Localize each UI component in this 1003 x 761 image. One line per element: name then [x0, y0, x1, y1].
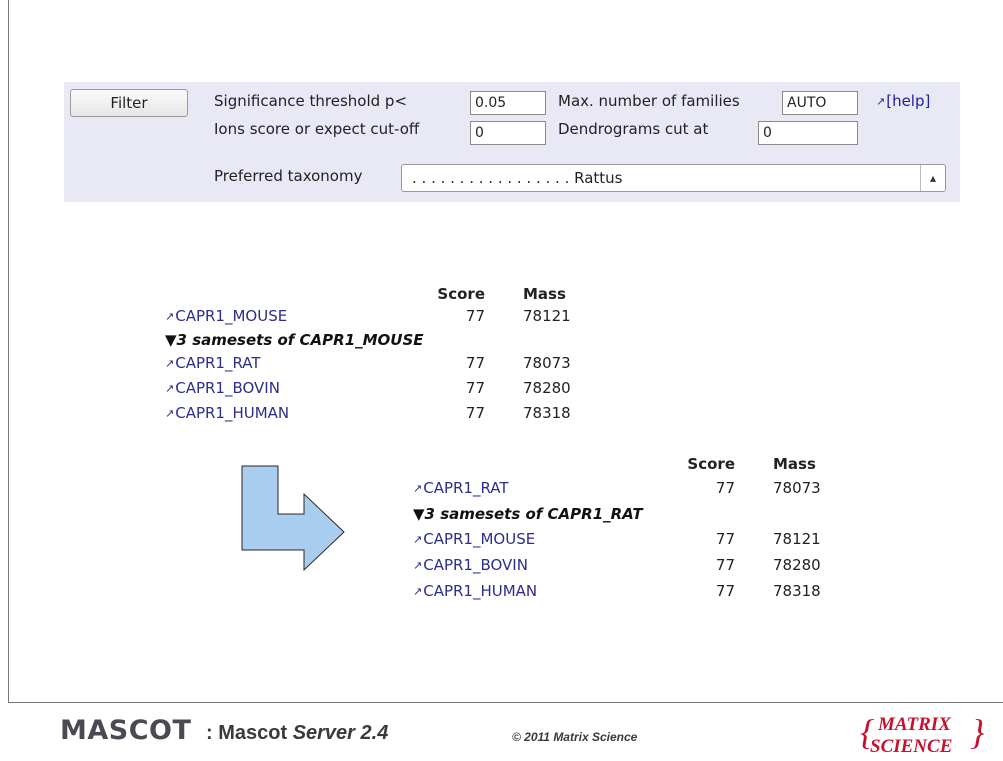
updown-chevron-icon: ▴ [920, 165, 945, 191]
matrix-science-logo: MATRIX SCIENCE { } [860, 712, 985, 757]
mass-header: Mass [773, 455, 816, 473]
accession-label: CAPR1_HUMAN [175, 404, 290, 422]
mass-value: 78073 [773, 479, 821, 497]
mass-value: 78121 [773, 530, 821, 548]
svg-text:MATRIX: MATRIX [877, 714, 952, 735]
accession-label: CAPR1_HUMAN [423, 582, 538, 600]
triangle-down-icon: ▼ [413, 505, 425, 523]
accession-label: CAPR1_MOUSE [423, 530, 536, 548]
score-value: 77 [715, 582, 735, 600]
mass-value: 78280 [523, 379, 571, 397]
score-value: 77 [715, 530, 735, 548]
accession-link[interactable]: ↗CAPR1_BOVIN [413, 556, 528, 574]
sameset-label: 3 samesets of CAPR1_RAT [424, 505, 643, 523]
accession-label: CAPR1_RAT [175, 354, 261, 372]
max-families-label: Max. number of families [558, 92, 740, 110]
external-link-icon: ↗ [876, 95, 886, 108]
accession-link[interactable]: ↗CAPR1_HUMAN [165, 404, 289, 422]
mass-value: 78121 [523, 307, 571, 325]
footer-title: : Mascot Server 2.4 [206, 722, 388, 745]
accession-label: CAPR1_BOVIN [423, 556, 528, 574]
significance-label: Significance threshold p< [214, 92, 408, 110]
accession-label: CAPR1_BOVIN [175, 379, 280, 397]
external-link-icon: ↗ [413, 559, 423, 572]
ions-cutoff-input[interactable] [470, 121, 546, 145]
external-link-icon: ↗ [413, 533, 423, 546]
external-link-icon: ↗ [165, 357, 175, 370]
score-value: 77 [465, 307, 485, 325]
filter-button[interactable]: Filter [70, 89, 188, 117]
accession-link[interactable]: ↗CAPR1_MOUSE [413, 530, 535, 548]
mascot-brand: MASCOT [60, 715, 192, 746]
sameset-toggle[interactable]: ▼3 samesets of CAPR1_RAT [413, 505, 643, 523]
footer-title-italic: Server 2.4 [292, 722, 389, 744]
mass-value: 78073 [523, 354, 571, 372]
significance-input[interactable] [470, 91, 546, 115]
svg-text:}: } [970, 712, 985, 752]
accession-link[interactable]: ↗CAPR1_MOUSE [165, 307, 287, 325]
max-families-input[interactable] [782, 91, 858, 115]
arrow-shape [241, 465, 345, 572]
help-link[interactable]: ↗[help] [876, 92, 930, 110]
ions-cutoff-label: Ions score or expect cut-off [214, 120, 420, 138]
taxonomy-select-value: . . . . . . . . . . . . . . . . . Rattus [412, 169, 623, 187]
external-link-icon: ↗ [165, 382, 175, 395]
taxonomy-select[interactable]: . . . . . . . . . . . . . . . . . Rattus… [401, 164, 946, 192]
accession-label: CAPR1_RAT [423, 479, 509, 497]
mass-value: 78280 [773, 556, 821, 574]
accession-label: CAPR1_MOUSE [175, 307, 288, 325]
accession-link[interactable]: ↗CAPR1_RAT [165, 354, 261, 372]
score-value: 77 [715, 479, 735, 497]
results-table-after: Score Mass ↗CAPR1_RAT 77 78073 ▼3 samese… [413, 455, 853, 605]
transform-arrow [241, 465, 345, 572]
accession-link[interactable]: ↗CAPR1_RAT [413, 479, 509, 497]
external-link-icon: ↗ [165, 407, 175, 420]
slide-border [8, 0, 9, 702]
external-link-icon: ↗ [413, 482, 423, 495]
score-value: 77 [465, 379, 485, 397]
external-link-icon: ↗ [165, 310, 175, 323]
mass-header: Mass [523, 285, 566, 303]
score-value: 77 [465, 354, 485, 372]
accession-link[interactable]: ↗CAPR1_HUMAN [413, 582, 537, 600]
sameset-label: 3 samesets of CAPR1_MOUSE [176, 331, 424, 349]
triangle-down-icon: ▼ [165, 331, 177, 349]
dendrogram-label: Dendrograms cut at [558, 120, 709, 138]
external-link-icon: ↗ [413, 585, 423, 598]
help-link-label: [help] [886, 92, 931, 110]
score-header: Score [437, 285, 485, 303]
filter-panel: Filter Significance threshold p< Max. nu… [64, 82, 960, 202]
footer-title-prefix: : Mascot [206, 722, 293, 744]
accession-link[interactable]: ↗CAPR1_BOVIN [165, 379, 280, 397]
mass-value: 78318 [523, 404, 571, 422]
score-value: 77 [715, 556, 735, 574]
mass-value: 78318 [773, 582, 821, 600]
dendrogram-input[interactable] [758, 121, 858, 145]
sameset-toggle[interactable]: ▼3 samesets of CAPR1_MOUSE [165, 331, 424, 349]
copyright-notice: © 2011 Matrix Science [512, 730, 638, 744]
slide-divider [8, 702, 1003, 703]
taxonomy-label: Preferred taxonomy [214, 167, 363, 185]
score-value: 77 [465, 404, 485, 422]
svg-text:{: { [860, 712, 875, 752]
svg-text:SCIENCE: SCIENCE [870, 736, 952, 757]
score-header: Score [687, 455, 735, 473]
results-table-before: Score Mass ↗CAPR1_MOUSE 77 78121 ▼3 same… [165, 285, 605, 435]
